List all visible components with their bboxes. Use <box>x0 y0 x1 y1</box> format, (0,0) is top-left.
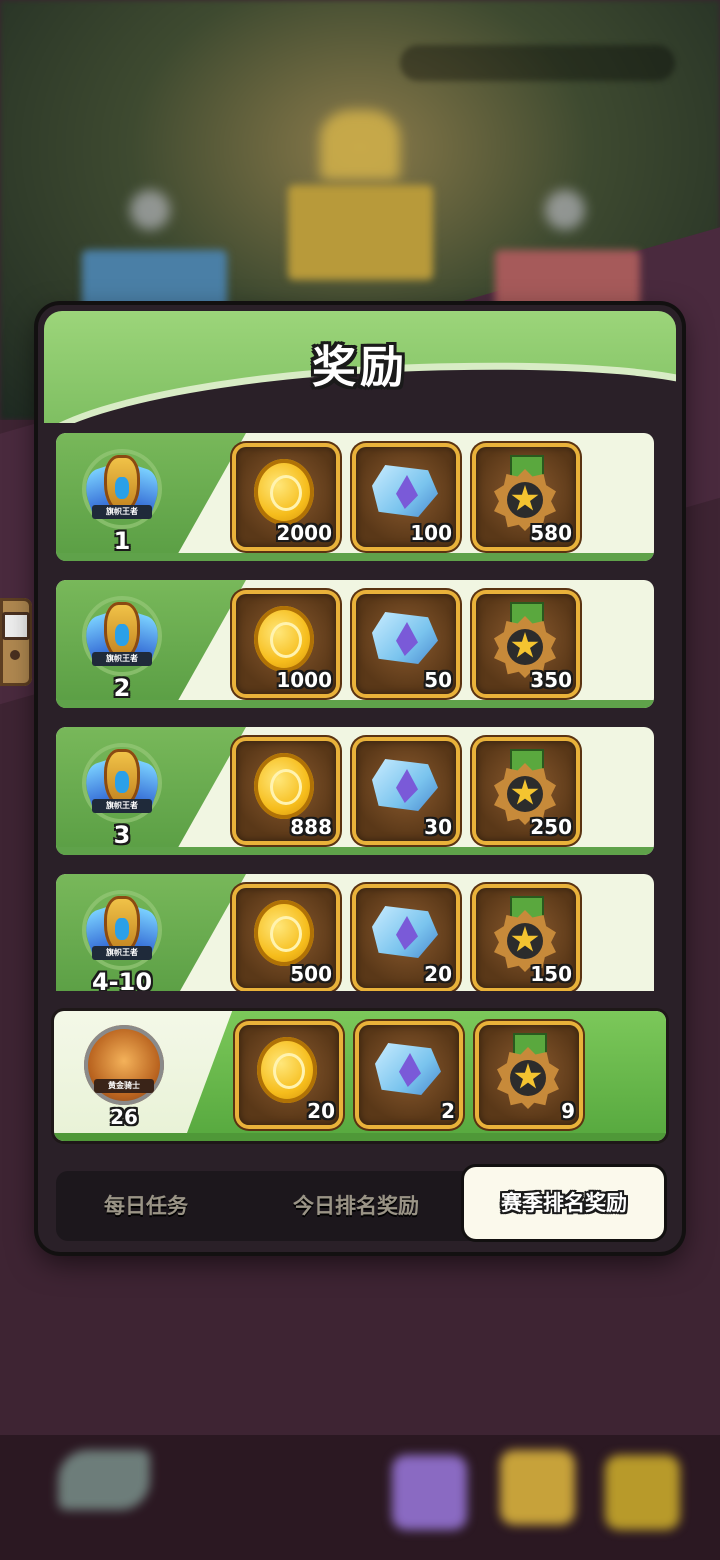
coin-icon <box>254 606 314 672</box>
crystal-icon <box>372 759 438 811</box>
tab-season-ranking-reward[interactable]: 赛季排名奖励 <box>464 1167 664 1239</box>
device-icon <box>2 612 30 640</box>
reward-item-coin[interactable]: 888 <box>236 741 336 841</box>
reward-list[interactable]: 旗帜王者 1 2000 100 580 旗帜王者 2 1000 50 350 旗… <box>56 433 654 991</box>
reward-item-crystal[interactable]: 100 <box>356 447 456 547</box>
coin-amount: 2000 <box>276 521 332 545</box>
bottom-menu-button[interactable] <box>500 1450 575 1525</box>
reward-tabs: 每日任务 今日排名奖励 赛季排名奖励 <box>56 1167 664 1241</box>
reward-item-crystal[interactable]: 20 <box>356 888 456 988</box>
rank-number: 1 <box>113 527 131 555</box>
crystal-amount: 100 <box>410 521 452 545</box>
player-rank-badge-icon: 黄金骑士 <box>84 1025 164 1105</box>
rank-badge-icon: 旗帜王者 <box>79 743 165 823</box>
bottom-menu-button[interactable] <box>392 1455 467 1530</box>
coin-amount: 500 <box>290 962 332 986</box>
tab-daily-tasks[interactable]: 每日任务 <box>56 1171 236 1241</box>
coin-amount: 888 <box>290 815 332 839</box>
rank-badge-icon: 旗帜王者 <box>79 596 165 676</box>
reward-item-coin[interactable]: 20 <box>239 1025 339 1125</box>
badge-label: 黄金骑士 <box>94 1079 154 1093</box>
rank-number: 4-10 <box>91 968 153 991</box>
medal-amount: 150 <box>530 962 572 986</box>
coin-amount: 1000 <box>276 668 332 692</box>
rank-badge-icon: 旗帜王者 <box>79 449 165 529</box>
reward-row: 旗帜王者 2 1000 50 350 <box>56 580 654 708</box>
coin-icon <box>254 753 314 819</box>
rank-badge-icon: 旗帜王者 <box>79 890 165 970</box>
rewards-panel: 奖励 旗帜王者 1 2000 100 580 旗帜王者 2 1000 50 35… <box>38 305 682 1252</box>
my-reward-row: 黄金骑士 26 20 2 9 <box>54 1011 666 1141</box>
reward-row: 旗帜王者 3 888 30 250 <box>56 727 654 855</box>
podium-second <box>82 250 227 310</box>
crystal-amount: 2 <box>441 1099 455 1123</box>
coin-amount: 20 <box>307 1099 335 1123</box>
tab-daily-ranking-reward[interactable]: 今日排名奖励 <box>246 1171 466 1241</box>
reward-item-coin[interactable]: 500 <box>236 888 336 988</box>
medal-amount: 350 <box>530 668 572 692</box>
coin-icon <box>254 900 314 966</box>
crystal-icon <box>372 465 438 517</box>
rank-number: 2 <box>113 674 131 702</box>
reward-item-crystal[interactable]: 50 <box>356 594 456 694</box>
crown-blurred <box>320 110 400 180</box>
star-icon <box>130 190 170 230</box>
badge-label: 旗帜王者 <box>92 505 152 519</box>
reward-item-crystal[interactable]: 30 <box>356 741 456 841</box>
rank-number: 3 <box>113 821 131 849</box>
my-rank-number: 26 <box>110 1105 138 1129</box>
season-timer-blurred <box>400 45 675 81</box>
reward-item-crystal[interactable]: 2 <box>359 1025 459 1125</box>
side-device-button[interactable] <box>0 598 32 686</box>
star-icon <box>545 190 585 230</box>
coin-icon <box>254 459 314 525</box>
reward-item-medal[interactable]: 150 <box>476 888 576 988</box>
crystal-amount: 30 <box>424 815 452 839</box>
badge-label: 旗帜王者 <box>92 799 152 813</box>
reward-row: 旗帜王者 1 2000 100 580 <box>56 433 654 561</box>
podium-first <box>288 185 433 280</box>
podium-third <box>495 250 640 310</box>
crystal-icon <box>375 1043 441 1095</box>
coin-icon <box>257 1037 317 1103</box>
bottom-menu-button[interactable] <box>605 1455 680 1530</box>
panel-title: 奖励 <box>312 342 408 393</box>
reward-item-medal[interactable]: 350 <box>476 594 576 694</box>
crystal-icon <box>372 612 438 664</box>
medal-amount: 580 <box>530 521 572 545</box>
back-arrow-icon[interactable] <box>58 1450 150 1510</box>
medal-amount: 250 <box>530 815 572 839</box>
reward-item-coin[interactable]: 2000 <box>236 447 336 547</box>
crystal-amount: 20 <box>424 962 452 986</box>
crystal-amount: 50 <box>424 668 452 692</box>
reward-item-medal[interactable]: 580 <box>476 447 576 547</box>
medal-amount: 9 <box>561 1099 575 1123</box>
panel-header: 奖励 <box>44 311 676 423</box>
reward-item-coin[interactable]: 1000 <box>236 594 336 694</box>
reward-row: 旗帜王者 4-10 500 20 150 <box>56 874 654 991</box>
badge-label: 旗帜王者 <box>92 946 152 960</box>
reward-item-medal[interactable]: 250 <box>476 741 576 841</box>
reward-item-medal[interactable]: 9 <box>479 1025 579 1125</box>
badge-label: 旗帜王者 <box>92 652 152 666</box>
crystal-icon <box>372 906 438 958</box>
